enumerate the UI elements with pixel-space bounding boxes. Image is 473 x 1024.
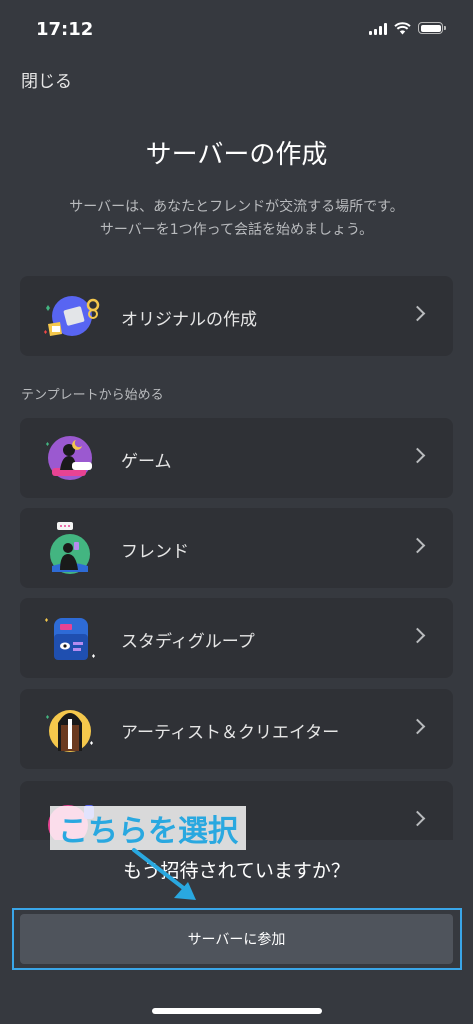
friends-icon (50, 522, 90, 574)
chevron-right-icon (409, 305, 426, 322)
annotation-callout: こちらを選択 (50, 806, 246, 850)
create-original-label: オリジナルの作成 (121, 310, 257, 330)
join-server-button[interactable]: サーバーに参加 (20, 914, 453, 964)
already-invited-prompt: もう招待されていますか？ (123, 860, 350, 882)
status-time: 17:12 (36, 18, 94, 40)
chevron-right-icon (409, 810, 426, 827)
artists-icon (46, 710, 93, 752)
chevron-right-icon (409, 537, 426, 554)
chevron-right-icon (409, 447, 426, 464)
home-indicator (152, 1008, 322, 1014)
status-bar: 17:12 (0, 0, 473, 56)
subtitle-line: サーバーを1つ作って会話を始めましょう。 (99, 222, 374, 238)
status-icons (369, 21, 446, 35)
page-title: サーバーの作成 (145, 140, 328, 170)
template-label: ゲーム (121, 452, 172, 472)
template-artists-creators[interactable]: アーティスト＆クリエイター (20, 689, 453, 769)
wifi-icon (394, 21, 411, 34)
template-gaming[interactable]: ゲーム (20, 418, 453, 498)
battery-icon (418, 22, 446, 34)
template-label: アーティスト＆クリエイター (121, 723, 340, 743)
chevron-right-icon (409, 627, 426, 644)
create-original-card[interactable]: オリジナルの作成 (20, 276, 453, 356)
chevron-right-icon (409, 718, 426, 735)
close-button[interactable]: 閉じる (21, 67, 72, 92)
subtitle-line: サーバーは、あなたとフレンドが交流する場所です。 (69, 199, 404, 215)
templates-section-label: テンプレートから始める (21, 388, 164, 403)
template-label: フレンド (121, 542, 189, 562)
study-group-icon (45, 618, 95, 660)
page-subtitle: サーバーは、あなたとフレンドが交流する場所です。 サーバーを1つ作って会話を始め… (0, 196, 473, 242)
cellular-signal-icon (369, 22, 387, 35)
template-label: スタディグループ (121, 632, 255, 652)
arrow-icon (132, 848, 196, 900)
template-study-group[interactable]: スタディグループ (20, 598, 453, 678)
create-server-icon (44, 296, 100, 336)
gaming-icon (46, 436, 92, 480)
template-friends[interactable]: フレンド (20, 508, 453, 588)
